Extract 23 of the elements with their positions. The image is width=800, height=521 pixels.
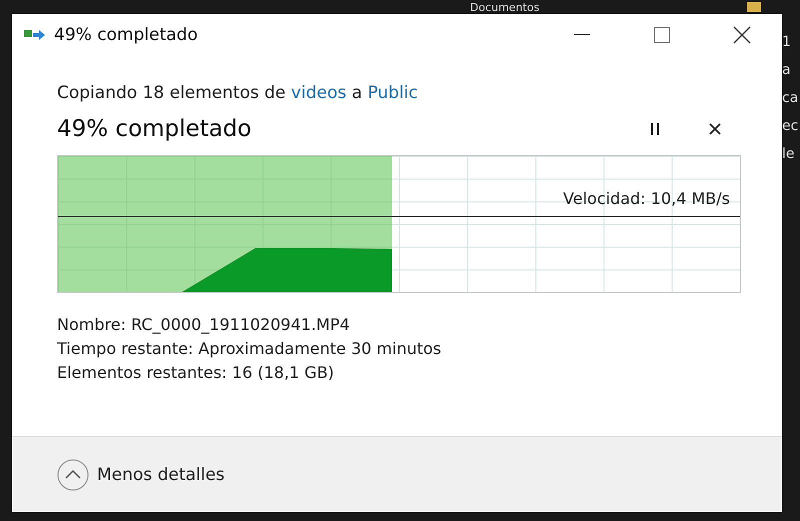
- window-title: 49% completado: [54, 24, 199, 44]
- copy-description: Copiando 18 elementos de videos a Public: [57, 83, 419, 103]
- close-icon: [733, 26, 751, 44]
- background-text: 1: [782, 34, 792, 50]
- detail-line: Nombre: RC_0000_1911020941.MP4: [57, 315, 351, 334]
- maximize-icon: [654, 26, 670, 42]
- background-text: le: [782, 146, 796, 162]
- window-label: Documentos: [470, 0, 540, 14]
- copy-icon: [24, 28, 46, 42]
- minimize-icon: [574, 34, 590, 36]
- progress-heading: 49% completado: [57, 116, 252, 142]
- background-text: ca: [782, 90, 800, 106]
- background-text: a: [782, 62, 792, 78]
- speed-reading: Velocidad: 10,4 MB/s: [563, 189, 730, 208]
- source-link[interactable]: videos: [291, 83, 346, 103]
- destination-link[interactable]: Public: [368, 83, 418, 103]
- cancel-icon: [708, 122, 722, 136]
- detail-line: Tiempo restante: Aproximadamente 30 minutos: [57, 339, 442, 358]
- detail-line: Elementos restantes: 16 (18,1 GB): [57, 363, 336, 382]
- background-text: ec: [782, 118, 800, 134]
- details-toggle[interactable]: Menos detalles: [57, 458, 225, 490]
- folder-icon: [747, 2, 762, 12]
- pause-icon: [649, 122, 661, 136]
